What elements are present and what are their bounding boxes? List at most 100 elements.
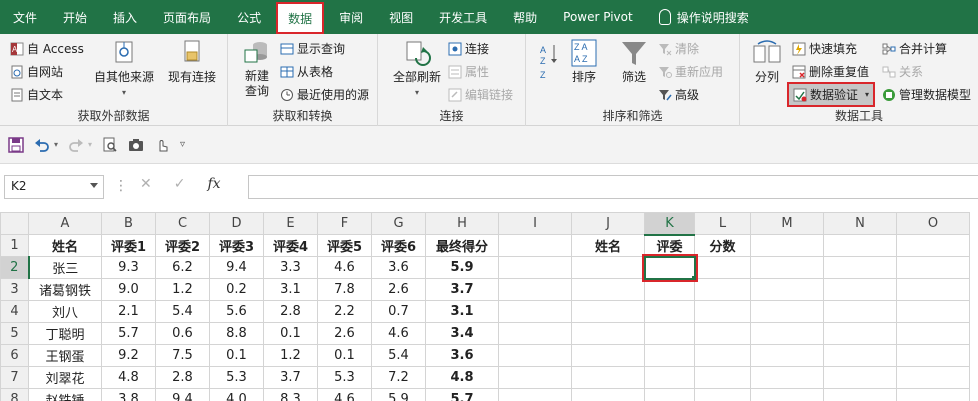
cell[interactable] [694, 322, 751, 345]
column-header[interactable]: G [371, 212, 426, 235]
cell[interactable] [694, 278, 751, 301]
cell[interactable]: 刘八 [28, 300, 102, 323]
flash-fill-button[interactable]: 快速填充 [792, 40, 857, 57]
cell[interactable]: 姓名 [571, 234, 645, 257]
select-all-corner[interactable] [0, 212, 29, 235]
cell[interactable] [498, 344, 572, 367]
cell[interactable]: 2.8 [263, 300, 318, 323]
sort-ascending-button[interactable]: AZZ [538, 42, 560, 82]
cell[interactable]: 3.6 [371, 256, 426, 279]
cell[interactable]: 评委4 [263, 234, 318, 257]
sort-button[interactable]: Z AA Z 排序 [564, 38, 604, 85]
cell[interactable]: 王钢蛋 [28, 344, 102, 367]
row-header[interactable]: 3 [0, 278, 29, 301]
print-preview-icon[interactable] [102, 137, 118, 153]
column-header-selected[interactable]: K [644, 212, 695, 236]
connections-button[interactable]: 连接 [448, 40, 489, 57]
consolidate-button[interactable]: 合并计算 [882, 40, 947, 57]
cell[interactable]: 4.6 [317, 256, 372, 279]
cell[interactable]: 4.8 [101, 366, 156, 389]
column-header[interactable]: N [823, 212, 897, 235]
cell[interactable] [498, 300, 572, 323]
column-header[interactable]: J [571, 212, 645, 235]
cell[interactable] [750, 234, 824, 257]
column-header[interactable]: I [498, 212, 572, 235]
from-table-button[interactable]: 从表格 [280, 63, 333, 80]
tab-review[interactable]: 审阅 [326, 0, 376, 34]
customize-toolbar-icon[interactable]: ▿ [180, 139, 185, 150]
cell[interactable]: 0.1 [263, 322, 318, 345]
cell[interactable] [571, 300, 645, 323]
cell[interactable] [644, 344, 695, 367]
tab-insert[interactable]: 插入 [100, 0, 150, 34]
reapply-button[interactable]: 重新应用 [658, 63, 723, 80]
cell[interactable]: 3.1 [263, 278, 318, 301]
cell[interactable] [823, 234, 897, 257]
cell[interactable] [498, 234, 572, 257]
from-access-button[interactable]: A 自 Access [10, 40, 84, 57]
row-header[interactable]: 7 [0, 366, 29, 389]
insert-function-icon[interactable]: fx [207, 176, 220, 192]
cell[interactable]: 评委5 [317, 234, 372, 257]
cell[interactable] [694, 256, 751, 279]
cell[interactable] [644, 366, 695, 389]
save-icon[interactable] [8, 136, 24, 153]
chevron-down-icon[interactable]: ▾ [54, 140, 58, 149]
cell[interactable] [750, 256, 824, 279]
cell[interactable]: 最终得分 [425, 234, 499, 257]
tab-data[interactable]: 数据 [276, 2, 325, 34]
cell[interactable]: 9.4 [209, 256, 264, 279]
column-header[interactable]: F [317, 212, 372, 235]
cell[interactable]: 0.1 [209, 344, 264, 367]
row-header[interactable]: 5 [0, 322, 29, 345]
row-header-selected[interactable]: 2 [0, 256, 30, 279]
cell[interactable]: 评委 [644, 234, 695, 257]
column-header[interactable]: B [101, 212, 156, 235]
cell[interactable] [750, 366, 824, 389]
cell[interactable] [644, 300, 695, 323]
tab-file[interactable]: 文件 [0, 0, 50, 34]
cell[interactable] [823, 388, 897, 401]
name-box[interactable]: K2 [4, 175, 104, 199]
show-queries-button[interactable]: 显示查询 [280, 40, 345, 57]
cell[interactable]: 7.8 [317, 278, 372, 301]
column-header[interactable]: A [28, 212, 102, 235]
cell[interactable]: 3.7 [263, 366, 318, 389]
cell[interactable] [750, 300, 824, 323]
cell[interactable] [896, 388, 970, 401]
tab-power-pivot[interactable]: Power Pivot [550, 0, 646, 34]
tab-formulas[interactable]: 公式 [224, 0, 274, 34]
cell[interactable]: 3.8 [101, 388, 156, 401]
cell[interactable]: 姓名 [28, 234, 102, 257]
cell[interactable]: 3.1 [425, 300, 499, 323]
cell[interactable]: 3.4 [425, 322, 499, 345]
cell[interactable]: 3.7 [425, 278, 499, 301]
column-header[interactable]: E [263, 212, 318, 235]
cell[interactable] [896, 278, 970, 301]
cell[interactable] [896, 344, 970, 367]
clear-filter-button[interactable]: 清除 [658, 40, 699, 57]
cell[interactable]: 丁聪明 [28, 322, 102, 345]
cell[interactable]: 0.2 [209, 278, 264, 301]
from-other-sources-button[interactable]: 自其他来源 ▾ [92, 38, 156, 100]
cell[interactable]: 4.6 [371, 322, 426, 345]
cell[interactable] [571, 256, 645, 279]
cell[interactable]: 9.4 [155, 388, 210, 401]
cell[interactable] [896, 366, 970, 389]
cell[interactable]: 7.2 [371, 366, 426, 389]
row-header[interactable]: 6 [0, 344, 29, 367]
cell[interactable]: 评委3 [209, 234, 264, 257]
cell[interactable]: 4.0 [209, 388, 264, 401]
cell[interactable] [498, 366, 572, 389]
cell[interactable] [571, 278, 645, 301]
cell[interactable]: 0.1 [317, 344, 372, 367]
cell[interactable]: 4.8 [425, 366, 499, 389]
tab-view[interactable]: 视图 [376, 0, 426, 34]
column-header[interactable]: D [209, 212, 264, 235]
cell[interactable]: 5.4 [155, 300, 210, 323]
cell[interactable] [694, 300, 751, 323]
tab-page-layout[interactable]: 页面布局 [150, 0, 224, 34]
properties-button[interactable]: 属性 [448, 63, 489, 80]
cell[interactable]: 0.6 [155, 322, 210, 345]
cell[interactable]: 5.4 [371, 344, 426, 367]
